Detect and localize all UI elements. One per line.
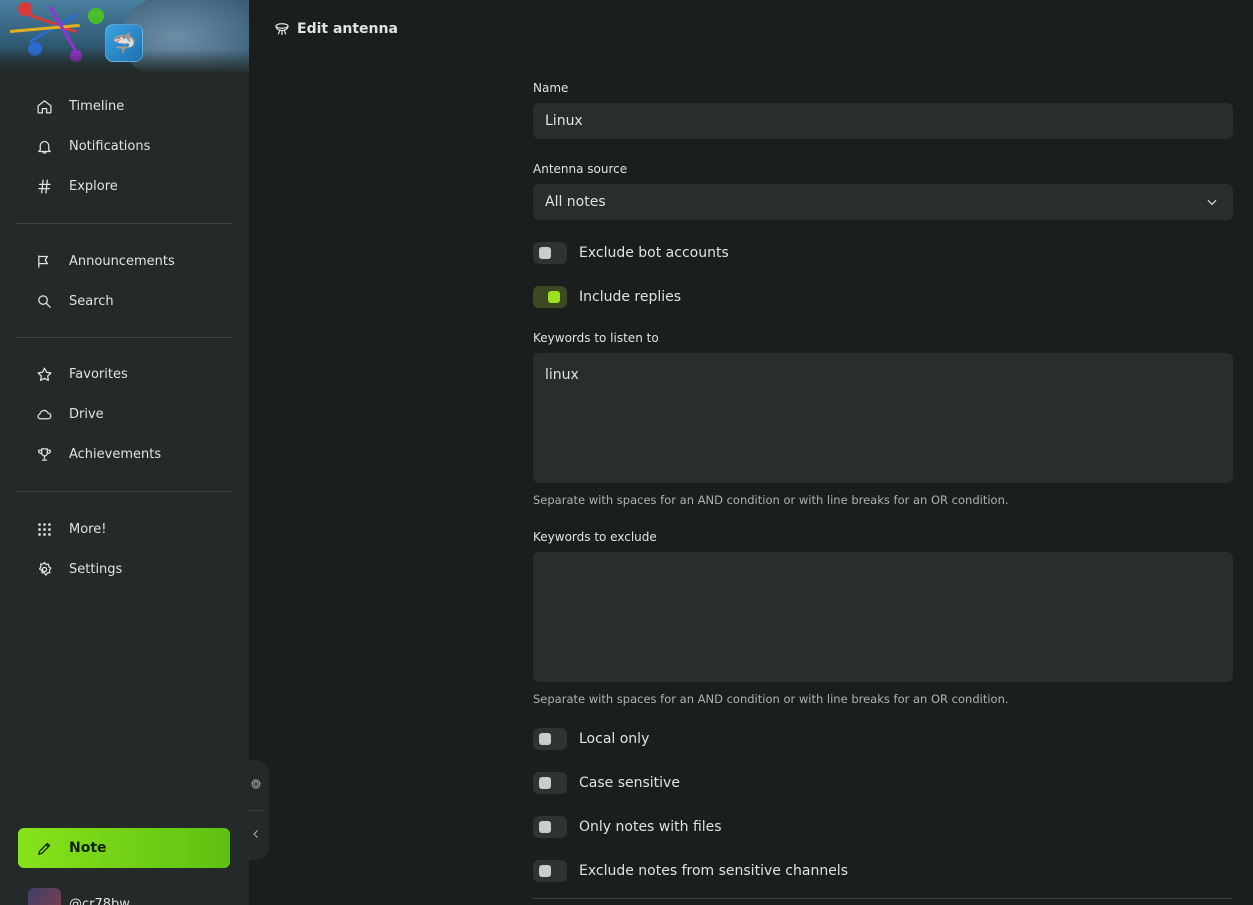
trophy-icon — [35, 445, 53, 463]
keywords-caption: Separate with spaces for an AND conditio… — [533, 493, 1009, 507]
local-only-toggle-row[interactable]: Local only — [533, 728, 649, 750]
shark-app-icon[interactable]: 🦈 — [105, 24, 143, 62]
exclude-sensitive-label: Exclude notes from sensitive channels — [579, 863, 848, 879]
exclude-keywords-textarea[interactable] — [533, 552, 1233, 682]
sidebar: 🦈 Timeline Notifications Explore Announc… — [0, 0, 249, 905]
megaphone-icon — [35, 252, 53, 270]
page-title: Edit antenna — [273, 20, 398, 38]
nav-item-notifications[interactable]: Notifications — [15, 126, 233, 166]
nav-label: Drive — [69, 406, 104, 422]
gear-icon — [35, 560, 53, 578]
exclude-bots-label: Exclude bot accounts — [579, 245, 729, 261]
exclude-keywords-caption: Separate with spaces for an AND conditio… — [533, 692, 1009, 706]
nav-item-favorites[interactable]: Favorites — [15, 354, 233, 394]
nav-label: More! — [69, 521, 107, 537]
hash-icon — [35, 177, 53, 195]
files-only-toggle-row[interactable]: Only notes with files — [533, 816, 722, 838]
include-replies-label: Include replies — [579, 289, 682, 305]
nav-label: Announcements — [69, 253, 175, 269]
nav-label: Notifications — [69, 138, 151, 154]
antenna-source-label: Antenna source — [533, 162, 628, 176]
include-replies-switch[interactable] — [533, 286, 567, 308]
exclude-keywords-label: Keywords to exclude — [533, 530, 657, 544]
local-only-label: Local only — [579, 731, 650, 747]
cloud-icon — [35, 405, 53, 423]
case-sensitive-toggle-row[interactable]: Case sensitive — [533, 772, 680, 794]
nav-item-search[interactable]: Search — [15, 281, 233, 321]
nav-group-personal: Favorites Drive Achievements — [15, 354, 233, 474]
home-icon — [35, 97, 53, 115]
divider — [15, 491, 233, 492]
antenna-source-select[interactable]: All notes — [533, 184, 1233, 220]
note-button-label: Note — [69, 840, 107, 856]
nav-group-main: Timeline Notifications Explore — [15, 86, 233, 206]
nav-label: Settings — [69, 561, 123, 577]
account-button[interactable]: @cr78bw — [28, 888, 130, 905]
nav-item-more[interactable]: More! — [15, 509, 233, 549]
search-icon — [35, 292, 53, 310]
case-sensitive-label: Case sensitive — [579, 775, 680, 791]
nav-label: Explore — [69, 178, 118, 194]
bell-icon — [35, 137, 53, 155]
nav-item-drive[interactable]: Drive — [15, 394, 233, 434]
star-icon — [35, 365, 53, 383]
exclude-sensitive-toggle-row[interactable]: Exclude notes from sensitive channels — [533, 860, 848, 882]
page-header: Edit antenna — [249, 0, 1253, 60]
case-sensitive-switch[interactable] — [533, 772, 567, 794]
nav-item-announcements[interactable]: Announcements — [15, 241, 233, 281]
grid-dots-icon — [35, 520, 53, 538]
divider — [15, 223, 233, 224]
name-label: Name — [533, 81, 569, 95]
files-only-label: Only notes with files — [579, 819, 722, 835]
nav-item-achievements[interactable]: Achievements — [15, 434, 233, 474]
nav-label: Search — [69, 293, 114, 309]
keywords-label: Keywords to listen to — [533, 331, 659, 345]
sidebar-side-controls — [249, 760, 269, 860]
nav-item-explore[interactable]: Explore — [15, 166, 233, 206]
account-handle: @cr78bw — [69, 897, 130, 905]
note-button[interactable]: Note — [18, 828, 230, 868]
antenna-icon — [275, 23, 289, 35]
nav-label: Achievements — [69, 446, 162, 462]
avatar — [28, 888, 61, 905]
nav-item-timeline[interactable]: Timeline — [15, 86, 233, 126]
local-only-switch[interactable] — [533, 728, 567, 750]
collapse-chevron-left-icon[interactable] — [249, 827, 263, 841]
exclude-bots-toggle-row[interactable]: Exclude bot accounts — [533, 242, 729, 264]
exclude-sensitive-switch[interactable] — [533, 860, 567, 882]
pencil-icon — [37, 842, 51, 855]
nav-group-secondary: Announcements Search — [15, 241, 233, 321]
keywords-textarea[interactable]: linux — [533, 353, 1233, 483]
widgets-gear-icon[interactable] — [249, 777, 263, 791]
nav-item-settings[interactable]: Settings — [15, 549, 233, 589]
files-only-switch[interactable] — [533, 816, 567, 838]
nav-label: Favorites — [69, 366, 128, 382]
antenna-source-value: All notes — [545, 194, 606, 210]
nav-group-misc: More! Settings — [15, 509, 233, 589]
exclude-bots-switch[interactable] — [533, 242, 567, 264]
divider — [15, 337, 233, 338]
divider — [533, 898, 1233, 899]
include-replies-toggle-row[interactable]: Include replies — [533, 286, 681, 308]
name-input[interactable]: Linux — [533, 103, 1233, 139]
nav-label: Timeline — [69, 98, 125, 114]
chevron-down-icon — [1205, 195, 1219, 209]
page-title-text: Edit antenna — [297, 21, 398, 37]
